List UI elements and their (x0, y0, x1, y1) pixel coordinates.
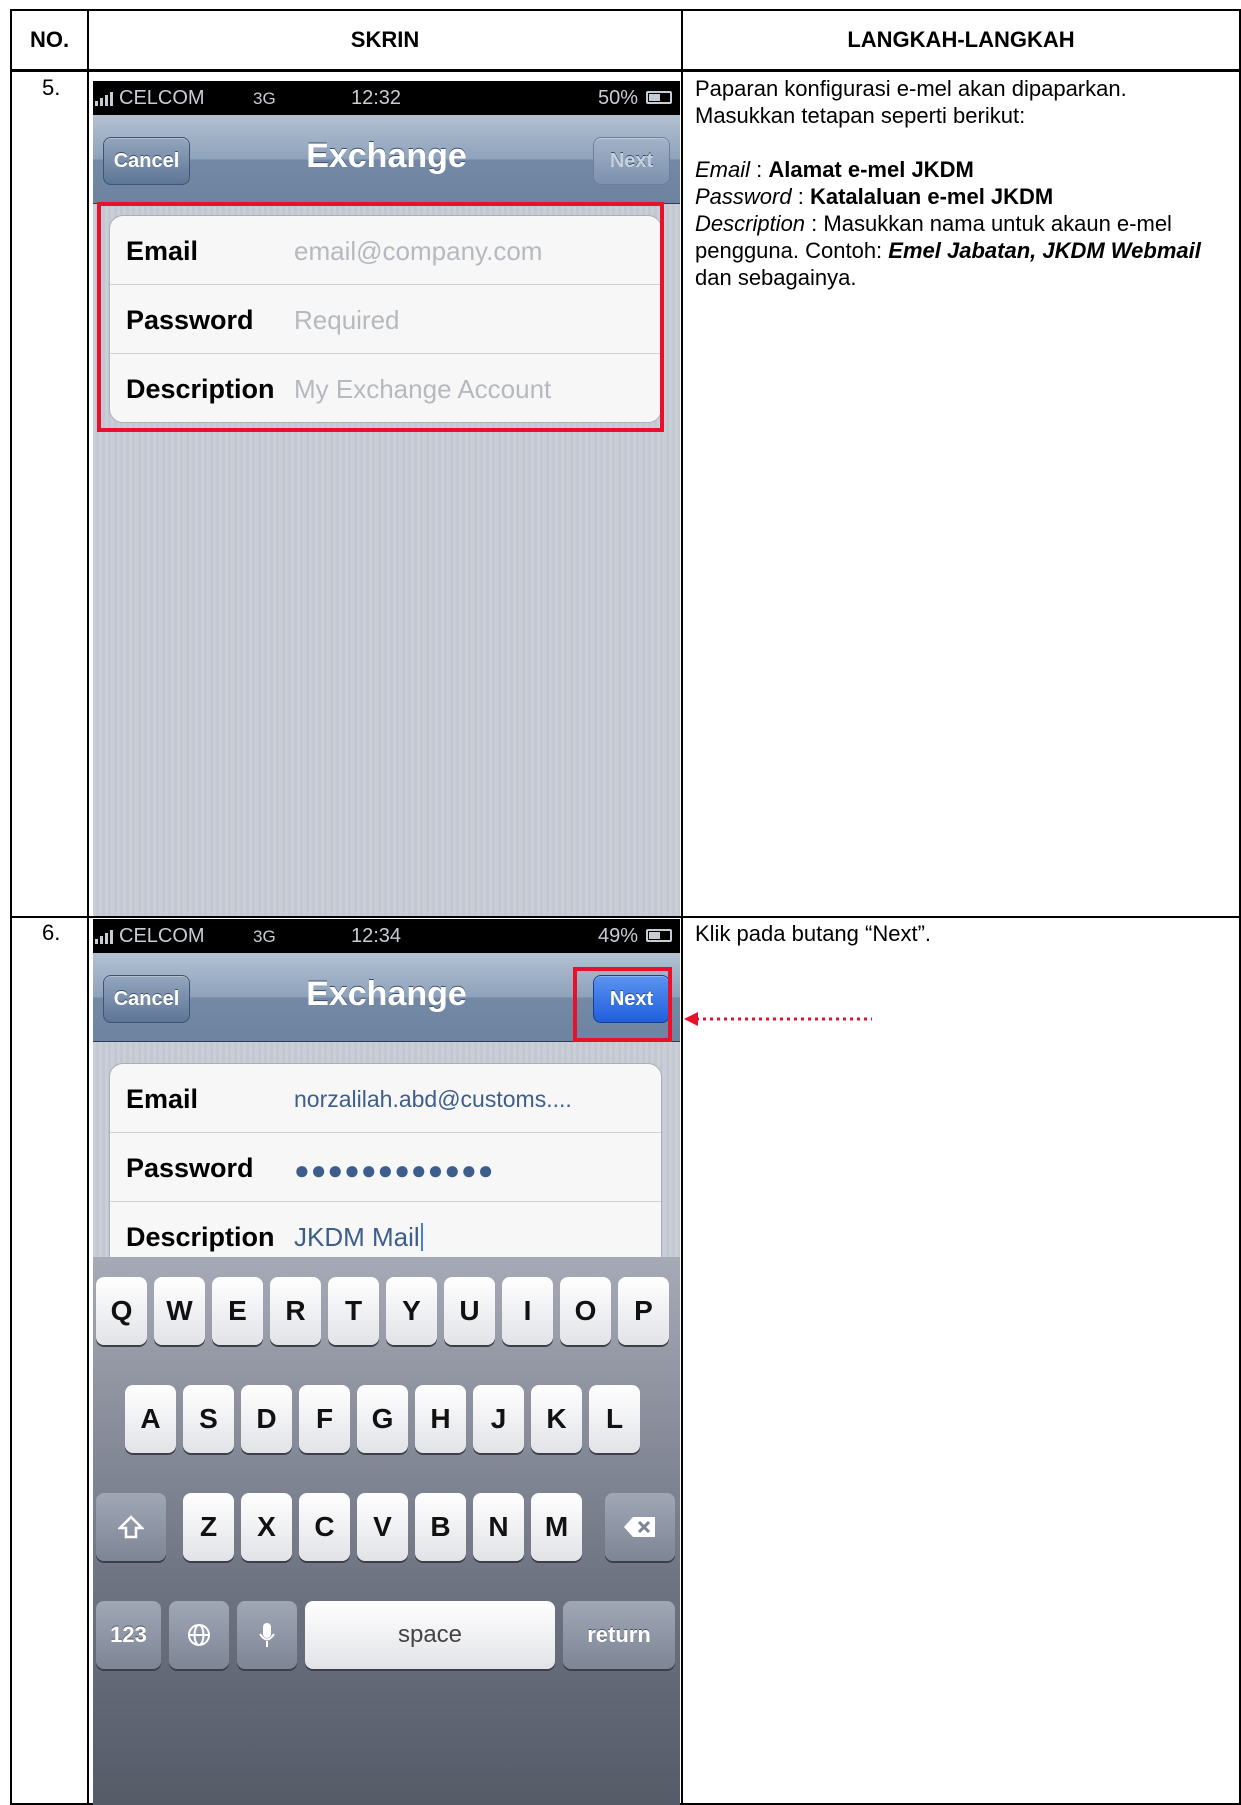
key-w[interactable]: W (154, 1277, 205, 1345)
password-term: Password (695, 184, 792, 209)
email-row[interactable]: Email norzalilah.abd@customs.... (110, 1064, 661, 1133)
separator: : (797, 184, 804, 209)
battery-icon (646, 929, 672, 942)
key-x[interactable]: X (241, 1493, 292, 1561)
key-r[interactable]: R (270, 1277, 321, 1345)
navigation-bar: Cancel Exchange Next (93, 115, 680, 204)
shift-key[interactable] (96, 1493, 166, 1561)
key-h[interactable]: H (415, 1385, 466, 1453)
key-d[interactable]: D (241, 1385, 292, 1453)
shift-arrow-icon (118, 1515, 144, 1539)
key-b[interactable]: B (415, 1493, 466, 1561)
email-label: Email (126, 1084, 199, 1114)
header-no: NO. (29, 27, 70, 52)
numbers-key[interactable]: 123 (96, 1601, 161, 1669)
key-n[interactable]: N (473, 1493, 524, 1561)
key-j[interactable]: J (473, 1385, 524, 1453)
key-l[interactable]: L (589, 1385, 640, 1453)
step-6-text: Klik pada butang “Next”. (695, 921, 932, 946)
header-skrin: SKRIN (350, 27, 420, 52)
network-label: 3G (253, 89, 276, 108)
password-label: Password (126, 1153, 254, 1183)
clock-label: 12:32 (351, 87, 402, 109)
description-term: Description (695, 211, 806, 236)
key-g[interactable]: G (357, 1385, 408, 1453)
globe-icon (188, 1624, 210, 1646)
status-bar: CELCOM 3G 12:32 50% (93, 81, 680, 115)
key-t[interactable]: T (328, 1277, 379, 1345)
key-e[interactable]: E (212, 1277, 263, 1345)
clock-label: 12:34 (351, 925, 402, 947)
network-label: 3G (253, 927, 276, 946)
description-example: Emel Jabatan, JKDM Webmail (888, 238, 1201, 263)
phone-screen-step-5: CELCOM 3G 12:32 50% Cancel Exchange Next… (93, 81, 680, 916)
key-f[interactable]: F (299, 1385, 350, 1453)
key-y[interactable]: Y (386, 1277, 437, 1345)
return-key[interactable]: return (563, 1601, 675, 1669)
signal-icon (95, 92, 113, 106)
password-input[interactable]: ●●●●●●●●●●●● (294, 1155, 494, 1186)
dictation-key[interactable] (237, 1601, 297, 1669)
key-c[interactable]: C (299, 1493, 350, 1561)
step-5-intro: Paparan konfigurasi e-mel akan dipaparka… (695, 76, 1127, 128)
row-number-5: 5. (42, 75, 61, 100)
key-m[interactable]: M (531, 1493, 582, 1561)
key-o[interactable]: O (560, 1277, 611, 1345)
email-input[interactable]: norzalilah.abd@customs.... (294, 1086, 572, 1113)
globe-key[interactable] (169, 1601, 229, 1669)
key-v[interactable]: V (357, 1493, 408, 1561)
battery-percent: 50% (597, 87, 638, 109)
account-form: Email norzalilah.abd@customs.... Passwor… (109, 1063, 662, 1271)
delete-key[interactable] (605, 1493, 675, 1561)
space-key[interactable]: space (305, 1601, 555, 1669)
step-5-instructions: Paparan konfigurasi e-mel akan dipaparka… (695, 75, 1230, 291)
signal-icon (95, 930, 113, 944)
key-s[interactable]: S (183, 1385, 234, 1453)
separator: : (811, 211, 818, 236)
battery-icon (646, 91, 672, 104)
next-highlight-box (573, 967, 672, 1042)
next-button[interactable]: Next (593, 137, 670, 185)
description-instruction: Description : Masukkan nama untuk akaun … (695, 210, 1230, 291)
battery-percent: 49% (597, 925, 638, 947)
nav-title: Exchange (306, 137, 467, 175)
key-z[interactable]: Z (183, 1493, 234, 1561)
password-row[interactable]: Password ●●●●●●●●●●●● (110, 1133, 661, 1202)
phone-screen-step-6: CELCOM 3G 12:34 49% Cancel Exchange Next… (93, 919, 680, 1805)
email-value-text: Alamat e-mel JKDM (768, 157, 974, 182)
header-langkah: LANGKAH-LANGKAH (847, 27, 1075, 52)
key-k[interactable]: K (531, 1385, 582, 1453)
carrier-label: CELCOM (119, 925, 205, 947)
password-value-text: Katalaluan e-mel JKDM (809, 184, 1054, 209)
separator: : (756, 157, 763, 182)
status-bar: CELCOM 3G 12:34 49% (93, 919, 680, 953)
key-a[interactable]: A (125, 1385, 176, 1453)
key-u[interactable]: U (444, 1277, 495, 1345)
onscreen-keyboard: Q W E R T Y U I O P A S D F G H J K L Z (93, 1257, 680, 1805)
description-end: dan sebagainya. (695, 265, 857, 290)
email-term: Email (695, 157, 751, 182)
microphone-icon (259, 1623, 275, 1647)
backspace-icon (624, 1517, 655, 1537)
form-highlight-box (97, 202, 664, 432)
key-p[interactable]: P (618, 1277, 669, 1345)
key-i[interactable]: I (502, 1277, 553, 1345)
email-instruction: Email : Alamat e-mel JKDM (695, 156, 1230, 183)
arrow-pointer-icon (684, 1012, 872, 1026)
text-cursor (420, 1223, 423, 1251)
carrier-label: CELCOM (119, 87, 205, 109)
description-input[interactable]: JKDM Mail (294, 1222, 423, 1253)
step-6-instructions: Klik pada butang “Next”. (695, 920, 1230, 947)
description-label: Description (126, 1222, 275, 1252)
password-instruction: Password : Katalaluan e-mel JKDM (695, 183, 1230, 210)
key-q[interactable]: Q (96, 1277, 147, 1345)
row-number-6: 6. (42, 920, 61, 945)
